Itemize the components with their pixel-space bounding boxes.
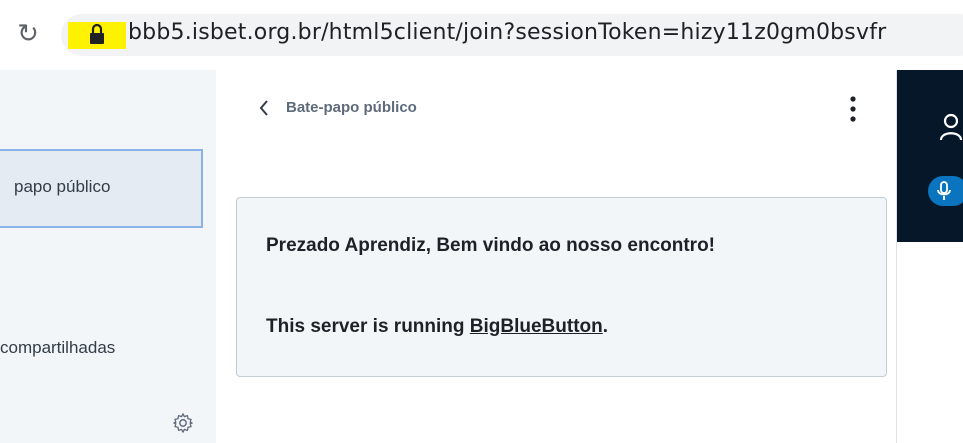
bigbluebutton-link[interactable]: BigBlueButton (470, 316, 603, 337)
user-icon[interactable] (938, 112, 963, 142)
reload-icon[interactable]: ↻ (14, 20, 42, 48)
chat-title[interactable]: Bate-papo público (286, 99, 417, 116)
sidebar-item-public-chat[interactable]: papo público (0, 149, 203, 228)
users-panel-header (897, 70, 963, 242)
chevron-left-icon[interactable] (258, 99, 270, 117)
welcome-message-box (236, 197, 887, 377)
kebab-menu-icon[interactable] (845, 94, 861, 124)
sidebar-item-label: papo público (14, 177, 111, 196)
server-prefix: This server is running (266, 316, 470, 337)
gear-icon[interactable] (172, 412, 194, 434)
microphone-icon (937, 181, 951, 200)
microphone-button[interactable] (928, 176, 963, 206)
welcome-message: Prezado Aprendiz, Bem vindo ao nosso enc… (266, 235, 716, 256)
lock-icon[interactable] (87, 22, 107, 46)
server-info: This server is running BigBlueButton. (266, 316, 608, 338)
server-suffix: . (602, 316, 609, 337)
sidebar-item-shared-notes[interactable]: compartilhadas (0, 338, 115, 358)
address-url[interactable]: bbb5.isbet.org.br/html5client/join?sessi… (128, 20, 886, 45)
left-sidebar (0, 70, 216, 443)
